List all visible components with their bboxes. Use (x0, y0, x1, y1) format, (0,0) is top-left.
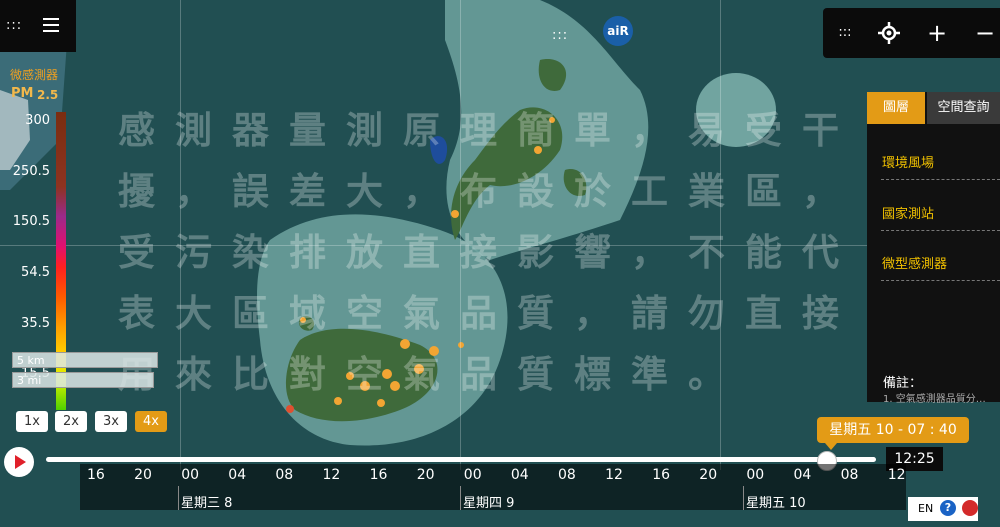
hour-tick-label: 16 (652, 467, 671, 483)
center-grip-icon[interactable]: ::: (552, 28, 568, 43)
legend-tick: 250.5 (12, 164, 50, 179)
scale-bar-mi: 3 mi (12, 372, 154, 388)
hour-tick-label: 00 (463, 467, 482, 483)
hour-tick-label: 08 (840, 467, 859, 483)
grip-icon[interactable]: ::: (831, 18, 859, 48)
map-controls: ::: + − (823, 8, 1000, 58)
watermark-line: 受污染排放直接影響，不能代 (118, 231, 859, 274)
grip-icon[interactable]: ::: (6, 18, 22, 33)
air-logo[interactable]: aiR (603, 16, 633, 46)
play-icon[interactable] (4, 447, 34, 477)
menu-icon[interactable] (43, 18, 59, 36)
hour-tick-label: 16 (87, 467, 105, 483)
day-divider (178, 486, 179, 510)
pollutant-label: PM (11, 86, 34, 101)
hour-tick-label: 04 (228, 467, 247, 483)
layer-national-stations[interactable]: 國家測站 (882, 203, 934, 222)
speed-3x-button[interactable]: 3x (95, 411, 127, 432)
hour-tick-label: 08 (275, 467, 294, 483)
timeline: 12:25 16 20 00 04 08 12 16 20 00 04 08 12 16 20 00 04 08… (0, 440, 1000, 527)
watermark-line: 擾，誤差大，布設於工業區， (118, 170, 859, 213)
hour-tick-label: 00 (181, 467, 200, 483)
day-label: 星期四 9 (463, 496, 515, 511)
watermark-line: 感測器量測原理簡單，易受干 (118, 109, 859, 152)
watermark-line: 用來比對空氣品質標準。 (118, 353, 745, 396)
day-label: 星期五 10 (746, 496, 806, 511)
note-title: 備註： (883, 376, 923, 391)
legend-tick: 54.5 (21, 265, 50, 280)
timeline-track[interactable] (46, 457, 876, 462)
help-icon[interactable]: ? (940, 500, 956, 516)
day-divider (743, 486, 744, 510)
day-label: 星期三 8 (181, 496, 233, 511)
hour-tick-label: 12 (605, 467, 623, 483)
watermark-line: 表大區域空氣品質，請勿直接 (118, 292, 859, 335)
hour-tick-label: 00 (746, 467, 765, 483)
divider (881, 179, 1000, 180)
disclaimer-watermark: 感測器量測原理簡單，易受干 擾，誤差大，布設於工業區， 受污染排放直接影響，不能… (118, 100, 898, 405)
hour-tick-label: 20 (699, 467, 718, 483)
legend-tick: 300 (25, 113, 50, 128)
hour-tick-label: 20 (134, 467, 152, 483)
scale-bar-km: 5 km (12, 352, 158, 368)
hour-tick-label: 16 (369, 467, 388, 483)
tab-layers[interactable]: 圖層 (867, 92, 925, 124)
legend-tick: 35.5 (21, 316, 50, 331)
layer-micro-sensors[interactable]: 微型感測器 (882, 253, 947, 272)
layer-panel: 圖層 空間查詢 環境風場 國家測站 微型感測器 備註： 1. 空氣感測器品質分… (867, 92, 1000, 405)
hour-tick-label: 04 (793, 467, 812, 483)
hour-tick-label: 12 (887, 467, 906, 483)
pollutant-subscript: 2.5 (37, 88, 59, 102)
language-bar: EN ? (908, 497, 978, 521)
day-divider (460, 486, 461, 510)
divider (881, 280, 1000, 281)
zoom-out-button[interactable]: − (971, 18, 999, 48)
tab-spatial-query[interactable]: 空間查詢 (927, 92, 1000, 124)
speed-2x-button[interactable]: 2x (55, 411, 87, 432)
language-toggle[interactable]: EN (918, 502, 933, 515)
divider (881, 230, 1000, 231)
locate-icon[interactable] (875, 18, 903, 51)
layer-wind-field[interactable]: 環境風場 (882, 152, 934, 171)
hour-tick-label: 04 (510, 467, 529, 483)
sensor-layer-label: 微感測器 (10, 68, 59, 82)
zoom-in-button[interactable]: + (923, 18, 951, 48)
settings-icon[interactable] (962, 500, 978, 516)
hour-tick-label: 08 (558, 467, 576, 483)
speed-4x-button[interactable]: 4x (135, 411, 167, 432)
hour-tick-label: 12 (322, 467, 341, 483)
speed-1x-button[interactable]: 1x (16, 411, 48, 432)
top-left-toolbar: ::: (0, 0, 76, 52)
legend-tick: 150.5 (12, 214, 50, 229)
hour-tick-label: 20 (416, 467, 435, 483)
note-text: 1. 空氣感測器品質分… (883, 394, 986, 405)
